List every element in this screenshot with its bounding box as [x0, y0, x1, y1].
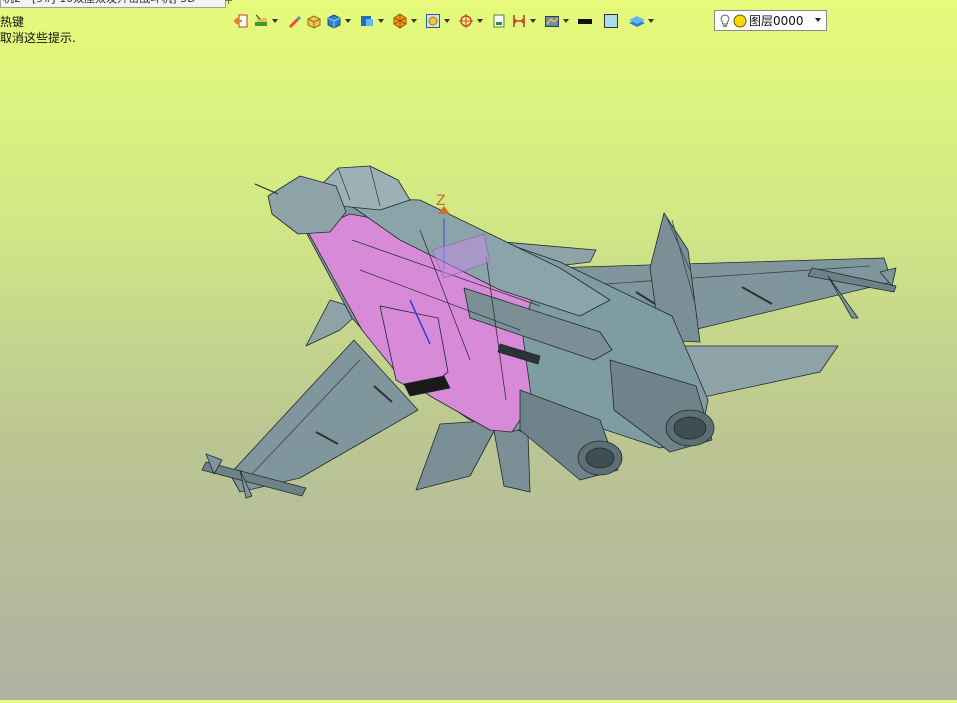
cube-icon[interactable]: [325, 12, 343, 30]
chevron-down-icon[interactable]: [444, 19, 450, 23]
chevron-down-icon[interactable]: [378, 19, 384, 23]
z-axis-label: Z: [436, 193, 446, 209]
blue-cube-icon[interactable]: [358, 12, 376, 30]
document-tab[interactable]: 机2 - [9#J-10双座双发歼击战斗机] 3D: [0, 0, 226, 8]
bulb-icon: [720, 13, 730, 28]
chevron-down-icon[interactable]: [648, 19, 654, 23]
render-icon[interactable]: [543, 12, 561, 30]
dimension-icon[interactable]: [510, 12, 528, 30]
exit-icon[interactable]: [232, 12, 250, 30]
chevron-down-icon[interactable]: [477, 19, 483, 23]
chevron-down-icon[interactable]: [272, 19, 278, 23]
3d-viewport[interactable]: Z: [0, 36, 957, 700]
new-tab-button[interactable]: +: [224, 0, 233, 7]
layer-name: 图层0000: [749, 14, 804, 28]
doc-icon[interactable]: [490, 12, 508, 30]
chevron-down-icon[interactable]: [530, 19, 536, 23]
jet-model: Z: [201, 165, 897, 499]
pen-tool-icon[interactable]: [285, 12, 303, 30]
chevron-down-icon[interactable]: [563, 19, 569, 23]
layer-tools-icon[interactable]: [252, 12, 270, 30]
toolbar: [232, 9, 661, 33]
hotkey-hint: 热键: [0, 15, 25, 29]
layer-stack-icon[interactable]: [628, 12, 646, 30]
solid-box-icon[interactable]: [305, 12, 323, 30]
color-swatch-black-icon[interactable]: [576, 12, 594, 30]
ventral-fin-left: [415, 419, 501, 491]
chevron-down-icon[interactable]: [345, 19, 351, 23]
chevron-down-icon: [815, 18, 821, 22]
layer-color-icon: [733, 14, 747, 28]
layer-dropdown[interactable]: 图层0000: [714, 10, 827, 31]
chevron-down-icon[interactable]: [411, 19, 417, 23]
sphere-wire-icon[interactable]: [391, 12, 409, 30]
tab-strip: 机2 - [9#J-10双座双发歼击战斗机] 3D +: [0, 0, 240, 8]
view-frame-icon[interactable]: [424, 12, 442, 30]
crosshair-icon[interactable]: [457, 12, 475, 30]
color-swatch-blue-icon[interactable]: [602, 12, 620, 30]
